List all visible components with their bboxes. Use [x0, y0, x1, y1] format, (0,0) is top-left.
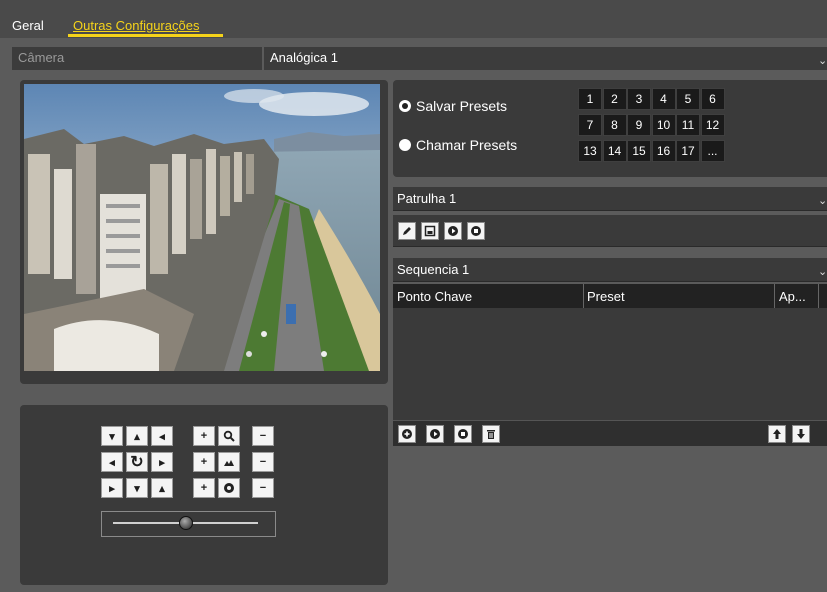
camera-selector[interactable] — [12, 47, 827, 70]
pan-down-left-corner-button[interactable]: ▸ — [101, 478, 123, 498]
column-divider — [583, 284, 584, 308]
play-icon[interactable] — [426, 425, 444, 443]
pan-up-right-button[interactable]: ◂ — [151, 426, 173, 446]
chevron-down-icon[interactable]: ⌄ — [818, 194, 827, 207]
radio-call-presets[interactable] — [399, 139, 411, 151]
preset-number-button[interactable]: 5 — [676, 88, 700, 110]
radio-save-presets[interactable] — [399, 100, 411, 112]
arrow-down-icon[interactable] — [792, 425, 810, 443]
edit-icon[interactable] — [398, 222, 416, 240]
preset-number-button[interactable]: 11 — [676, 114, 700, 136]
preset-number-button[interactable]: 9 — [627, 114, 651, 136]
column-ap[interactable]: Ap... — [779, 289, 806, 304]
preset-number-button[interactable]: 12 — [700, 114, 725, 136]
tab-geral[interactable]: Geral — [12, 18, 44, 33]
camera-label: Câmera — [18, 50, 65, 65]
pan-left-button[interactable]: ◂ — [101, 452, 123, 472]
preset-number-button[interactable]: 1 — [578, 88, 602, 110]
preset-number-button[interactable]: 14 — [602, 140, 627, 162]
auto-rotate-icon[interactable]: ↻ — [126, 452, 148, 472]
stop-icon[interactable] — [454, 425, 472, 443]
preset-number-button[interactable]: 7 — [578, 114, 602, 136]
preset-number-button[interactable]: 4 — [651, 88, 676, 110]
tab-bar: Geral Outras Configurações — [0, 0, 827, 38]
preset-number-button[interactable]: 3 — [627, 88, 651, 110]
patrol-value[interactable]: Patrulha 1 — [397, 191, 456, 206]
active-tab-underline — [68, 34, 223, 37]
camera-divider — [262, 47, 264, 70]
iris-plus-button[interactable]: + — [193, 478, 215, 498]
stop-icon[interactable] — [467, 222, 485, 240]
sequence-table-body — [393, 308, 827, 420]
play-icon[interactable] — [444, 222, 462, 240]
preset-number-button[interactable]: ... — [700, 140, 725, 162]
zoom-out-button[interactable]: − — [252, 426, 274, 446]
focus-plus-button[interactable]: + — [193, 452, 215, 472]
save-icon[interactable] — [421, 222, 439, 240]
arrow-up-icon[interactable] — [768, 425, 786, 443]
pan-down-button[interactable]: ▾ — [126, 478, 148, 498]
save-presets-label: Salvar Presets — [416, 98, 508, 114]
preset-number-button[interactable]: 2 — [602, 88, 627, 110]
add-icon[interactable] — [398, 425, 416, 443]
pan-right-button[interactable]: ▸ — [151, 452, 173, 472]
zoom-icon — [218, 426, 240, 446]
preset-number-button[interactable]: 13 — [578, 140, 602, 162]
column-preset[interactable]: Preset — [587, 289, 625, 304]
sequence-value[interactable]: Sequencia 1 — [397, 262, 469, 277]
focus-icon — [218, 452, 240, 472]
preset-number-button[interactable]: 6 — [700, 88, 725, 110]
chevron-down-icon[interactable]: ⌄ — [818, 265, 827, 278]
chevron-down-icon[interactable]: ⌄ — [818, 54, 827, 67]
preset-number-button[interactable]: 17 — [676, 140, 700, 162]
column-ponto-chave[interactable]: Ponto Chave — [397, 289, 472, 304]
preset-number-button[interactable]: 15 — [627, 140, 651, 162]
live-video-preview — [24, 84, 380, 371]
column-divider — [774, 284, 775, 308]
slider-knob[interactable] — [179, 516, 193, 530]
patrol-selector[interactable] — [393, 187, 827, 211]
zoom-in-button[interactable]: + — [193, 426, 215, 446]
iris-minus-button[interactable]: − — [252, 478, 274, 498]
tab-outras-configuracoes[interactable]: Outras Configurações — [73, 18, 199, 33]
trash-icon[interactable] — [482, 425, 500, 443]
pan-down-right-button[interactable]: ▴ — [151, 478, 173, 498]
preset-number-button[interactable]: 8 — [602, 114, 627, 136]
call-presets-label: Chamar Presets — [416, 137, 518, 153]
pan-up-button[interactable]: ▴ — [126, 426, 148, 446]
preset-number-button[interactable]: 16 — [651, 140, 676, 162]
pan-down-left-button[interactable]: ▾ — [101, 426, 123, 446]
focus-minus-button[interactable]: − — [252, 452, 274, 472]
column-divider — [818, 284, 819, 308]
camera-value[interactable]: Analógica 1 — [270, 50, 338, 65]
iris-icon — [218, 478, 240, 498]
preset-number-button[interactable]: 10 — [651, 114, 676, 136]
